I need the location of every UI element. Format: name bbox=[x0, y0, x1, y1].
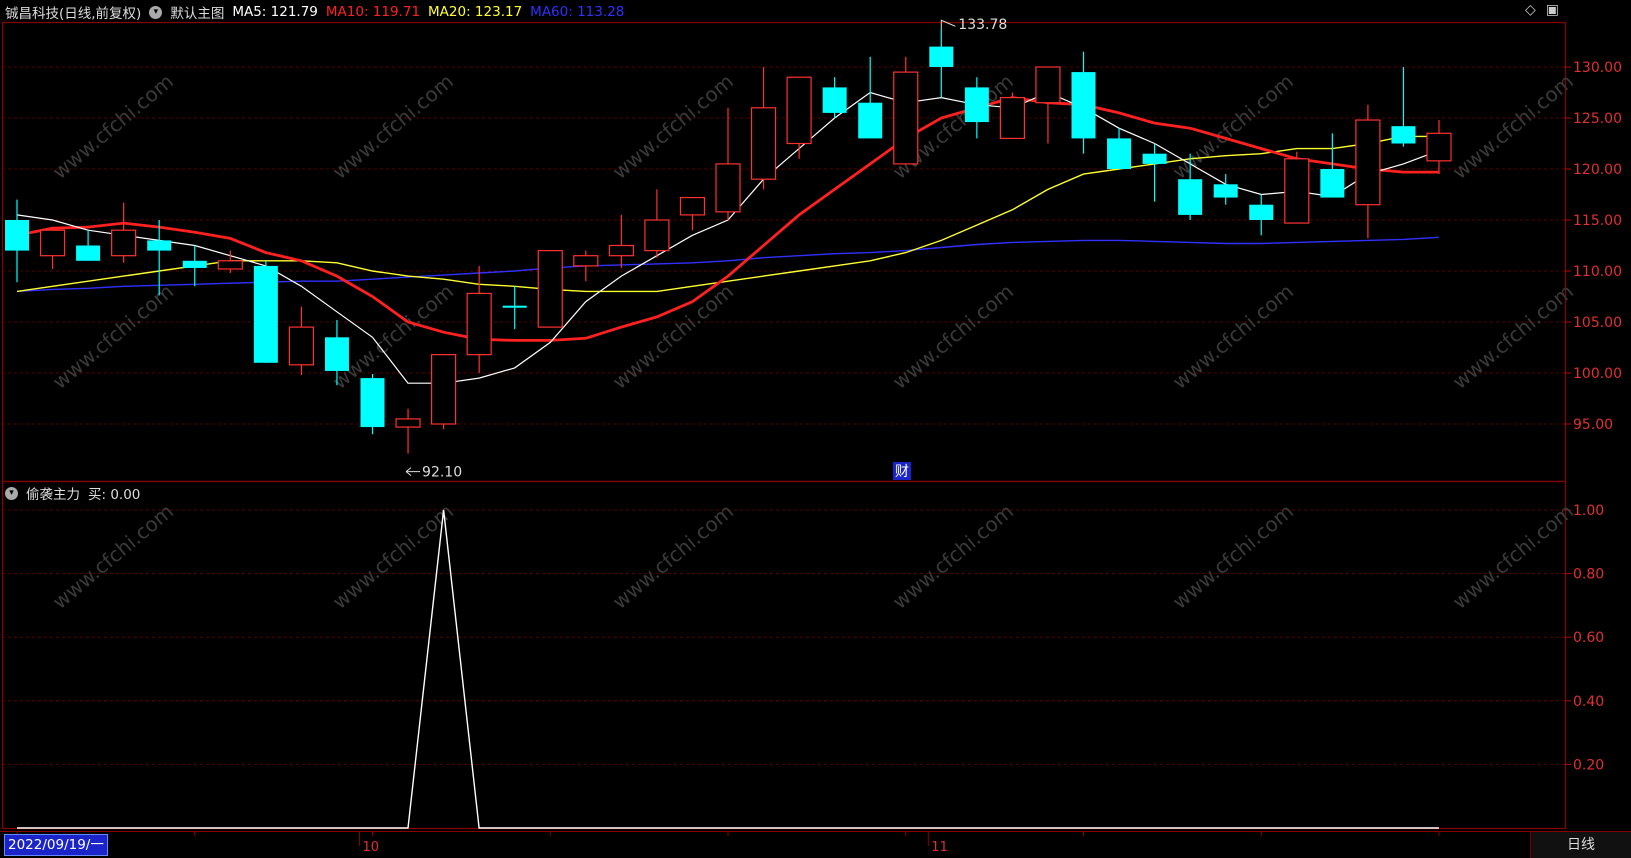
candle-body-down bbox=[502, 305, 527, 308]
month-label: 10 bbox=[363, 840, 380, 855]
candle-body-down bbox=[1142, 153, 1167, 164]
candle-body-up bbox=[679, 196, 706, 216]
candle-body-up bbox=[1355, 119, 1381, 206]
low-marker-arrow bbox=[405, 467, 421, 476]
chart-canvas[interactable]: 130.00125.00120.00115.00110.00105.00100.… bbox=[0, 0, 1631, 858]
candle-body-up bbox=[537, 250, 563, 328]
main-panel-frame bbox=[1, 21, 1567, 483]
candle-body-up bbox=[111, 229, 137, 257]
watermark-text: www.cfchi.com bbox=[888, 499, 1018, 614]
stock-chart-app: 铖昌科技(日线,前复权) ▾ 默认主图 MA5: 121.79 MA10: 11… bbox=[0, 0, 1631, 858]
candle-body-down bbox=[1107, 138, 1132, 169]
candle-body-down bbox=[253, 265, 278, 363]
watermark-text: www.cfchi.com bbox=[1168, 279, 1298, 394]
candle-body-up bbox=[1035, 66, 1061, 104]
candle-body-down bbox=[929, 46, 954, 67]
main-y-tick-label: 120.00 bbox=[1573, 162, 1622, 178]
main-y-tick-label: 130.00 bbox=[1573, 60, 1622, 76]
candle-body-down bbox=[360, 378, 385, 428]
candle-body-down bbox=[147, 240, 172, 251]
candle-body-down bbox=[822, 87, 847, 113]
watermark-text: www.cfchi.com bbox=[1448, 279, 1578, 394]
low-price-label: 92.10 bbox=[422, 465, 462, 481]
candle-body-down bbox=[324, 337, 349, 371]
candle-body-down bbox=[1391, 126, 1416, 144]
watermark-text: www.cfchi.com bbox=[888, 279, 1018, 394]
candle-body-down bbox=[1320, 169, 1345, 198]
candle-body-up bbox=[395, 418, 421, 428]
candle-body-down bbox=[76, 245, 101, 261]
indicator-y-tick-label: 0.80 bbox=[1573, 567, 1604, 583]
candle-body-down bbox=[5, 220, 29, 251]
indicator-y-tick-label: 1.00 bbox=[1573, 503, 1604, 519]
candle-body-down bbox=[1071, 72, 1096, 139]
indicator-y-tick-label: 0.40 bbox=[1573, 694, 1604, 710]
candle-body-down bbox=[1213, 184, 1238, 198]
cai-badge: 财 bbox=[895, 464, 909, 480]
high-marker-arrow bbox=[940, 19, 956, 29]
main-y-tick-label: 100.00 bbox=[1573, 366, 1622, 382]
candle-body-up bbox=[431, 354, 457, 425]
candle-body-up bbox=[644, 219, 670, 252]
candle-body-down bbox=[1249, 204, 1274, 220]
watermark-text: www.cfchi.com bbox=[48, 279, 178, 394]
candle-body-up bbox=[466, 292, 492, 356]
candle-body-down bbox=[858, 102, 883, 139]
period-button[interactable]: 日线 bbox=[1530, 832, 1631, 858]
main-y-tick-label: 125.00 bbox=[1573, 111, 1622, 127]
date-cursor-label: 2022/09/19/一 bbox=[4, 834, 108, 856]
candle-body-up bbox=[39, 229, 66, 257]
indicator-y-tick-label: 0.20 bbox=[1573, 757, 1604, 773]
candle-body-up bbox=[750, 107, 777, 180]
watermark-text: www.cfchi.com bbox=[1448, 499, 1578, 614]
main-y-tick-label: 110.00 bbox=[1573, 264, 1622, 280]
high-price-label: 133.78 bbox=[958, 17, 1007, 33]
candle-body-up bbox=[715, 163, 741, 213]
month-label: 11 bbox=[931, 840, 948, 855]
candle-body-up bbox=[786, 76, 812, 145]
candle-body-up bbox=[893, 71, 919, 165]
candle-body-up bbox=[217, 260, 243, 270]
candle-body-up bbox=[1426, 132, 1452, 162]
watermark-text: www.cfchi.com bbox=[48, 499, 178, 614]
watermark-text: www.cfchi.com bbox=[1168, 499, 1298, 614]
main-y-tick-label: 105.00 bbox=[1573, 315, 1622, 331]
indicator-y-tick-label: 0.60 bbox=[1573, 630, 1604, 646]
candle-body-up bbox=[288, 326, 314, 366]
watermark-text: www.cfchi.com bbox=[328, 69, 458, 184]
watermark-text: www.cfchi.com bbox=[1448, 69, 1578, 184]
candle-body-up bbox=[608, 244, 634, 257]
candle-body-up bbox=[999, 96, 1026, 139]
candle-body-up bbox=[1284, 158, 1310, 224]
main-y-tick-label: 115.00 bbox=[1573, 213, 1622, 229]
watermark-text: www.cfchi.com bbox=[608, 279, 738, 394]
candle-body-up bbox=[573, 255, 599, 267]
main-y-tick-label: 95.00 bbox=[1573, 417, 1613, 433]
watermark-text: www.cfchi.com bbox=[608, 499, 738, 614]
candle-body-down bbox=[1178, 179, 1203, 215]
watermark-text: www.cfchi.com bbox=[48, 69, 178, 184]
candle-body-down bbox=[964, 87, 989, 123]
indicator-panel-frame bbox=[1, 480, 1567, 830]
candle-body-down bbox=[182, 260, 207, 268]
